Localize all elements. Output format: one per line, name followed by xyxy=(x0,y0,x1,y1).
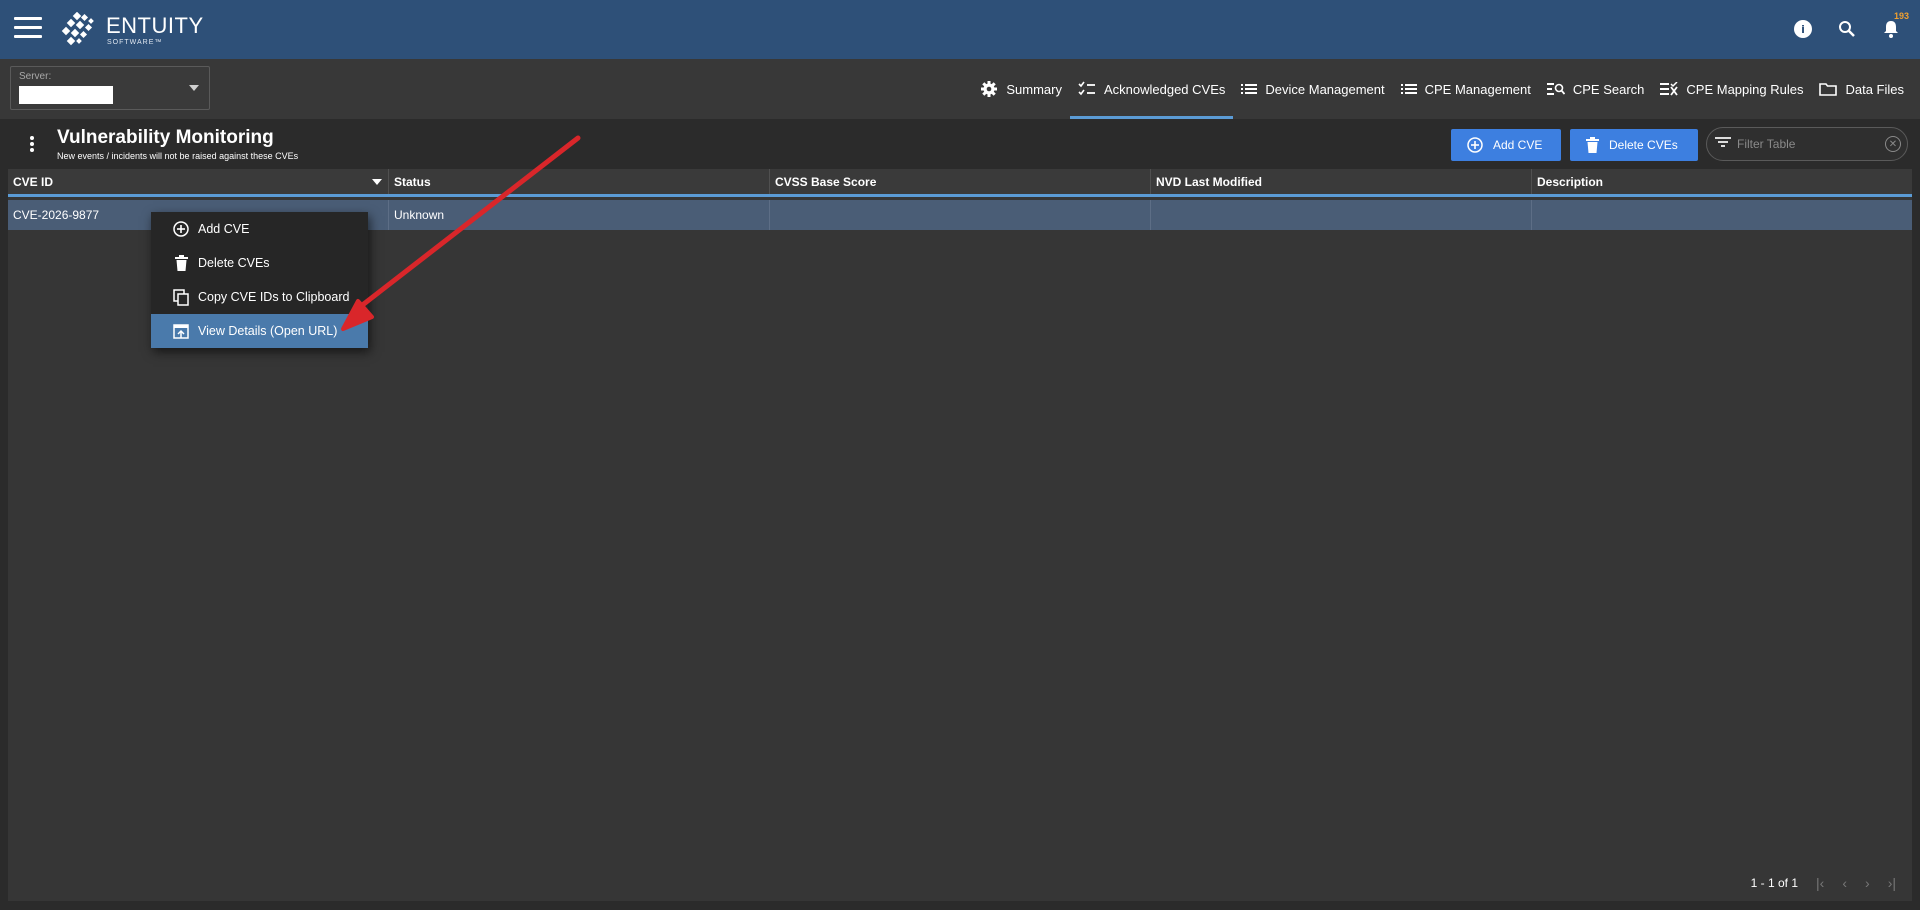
list-search-icon xyxy=(1546,82,1565,96)
context-menu-view-details[interactable]: View Details (Open URL) xyxy=(151,314,368,348)
context-menu: Add CVE Delete CVEs Copy CVE IDs to Clip… xyxy=(151,212,368,348)
tab-summary[interactable]: Summary xyxy=(972,59,1070,119)
clear-filter-icon[interactable]: ✕ xyxy=(1885,136,1901,152)
tab-label: Summary xyxy=(1006,81,1062,97)
pagination-range: 1 - 1 of 1 xyxy=(1750,876,1799,890)
notification-count-badge: 193 xyxy=(1893,11,1909,21)
cell-nvd-last-modified xyxy=(1151,200,1532,230)
entuity-logo-mark-icon xyxy=(61,12,94,46)
context-menu-label: Add CVE xyxy=(198,222,250,236)
trash-icon xyxy=(171,255,191,271)
logo-subtitle: SOFTWARE™ xyxy=(107,38,163,46)
column-header-cvss-base-score[interactable]: CVSS Base Score xyxy=(770,169,1151,194)
table-header: CVE ID Status CVSS Base Score NVD Last M… xyxy=(8,169,1912,197)
column-header-nvd-last-modified[interactable]: NVD Last Modified xyxy=(1151,169,1532,194)
more-options-icon[interactable] xyxy=(30,136,36,152)
column-header-label: NVD Last Modified xyxy=(1156,174,1263,189)
add-circle-icon xyxy=(1467,137,1483,153)
column-header-label: Description xyxy=(1537,174,1604,189)
chevron-down-icon xyxy=(189,85,199,91)
tab-bar: Summary Acknowledged CVEs Device Managem… xyxy=(972,59,1912,119)
secondary-toolbar: Server: Summary Acknowledged CVEs Device… xyxy=(0,59,1920,119)
add-cve-button-label: Add CVE xyxy=(1493,138,1543,152)
previous-page-icon[interactable]: ‹ xyxy=(1842,875,1847,891)
cell-cvss-base-score xyxy=(770,200,1151,230)
checklist-icon xyxy=(1078,81,1096,97)
entuity-logo[interactable]: ENTUITY SOFTWARE™ xyxy=(60,12,204,48)
tab-cpe-mapping-rules[interactable]: CPE Mapping Rules xyxy=(1652,59,1811,119)
cell-status: Unknown xyxy=(389,200,770,230)
svg-text:i: i xyxy=(1801,23,1805,36)
context-menu-delete-cves[interactable]: Delete CVEs xyxy=(151,246,368,280)
tab-label: CPE Management xyxy=(1424,81,1531,97)
context-menu-add-cve[interactable]: Add CVE xyxy=(151,212,368,246)
delete-cves-button[interactable]: Delete CVEs xyxy=(1570,129,1698,161)
gear-icon xyxy=(980,80,998,98)
add-circle-icon xyxy=(171,221,191,237)
column-header-description[interactable]: Description xyxy=(1532,169,1912,194)
cell-description xyxy=(1532,200,1912,230)
server-label: Server: xyxy=(19,71,52,82)
sort-down-icon[interactable] xyxy=(372,179,382,185)
list-rules-icon xyxy=(1660,82,1679,96)
pagination: 1 - 1 of 1 |‹ ‹ › ›| xyxy=(1751,875,1896,891)
list-icon xyxy=(1400,83,1417,95)
context-menu-label: View Details (Open URL) xyxy=(198,324,338,338)
filter-icon xyxy=(1715,135,1731,153)
column-header-label: CVSS Base Score xyxy=(775,174,877,189)
column-header-cve-id[interactable]: CVE ID xyxy=(8,169,389,194)
tab-label: Acknowledged CVEs xyxy=(1103,81,1226,97)
next-page-icon[interactable]: › xyxy=(1865,875,1870,891)
tab-label: CPE Mapping Rules xyxy=(1686,81,1804,97)
top-header-bar: ENTUITY SOFTWARE™ i 193 xyxy=(0,0,1920,59)
notifications-bell-icon[interactable]: 193 xyxy=(1878,11,1909,42)
logo-name: ENTUITY xyxy=(106,12,204,38)
last-page-icon[interactable]: ›| xyxy=(1888,875,1896,891)
context-menu-copy-cve-ids[interactable]: Copy CVE IDs to Clipboard xyxy=(151,280,368,314)
filter-table-input[interactable] xyxy=(1737,137,1877,151)
tab-acknowledged-cves[interactable]: Acknowledged CVEs xyxy=(1069,59,1234,119)
trash-icon xyxy=(1586,137,1599,153)
delete-cves-button-label: Delete CVEs xyxy=(1609,138,1678,152)
context-menu-label: Delete CVEs xyxy=(198,256,270,270)
first-page-icon[interactable]: |‹ xyxy=(1816,875,1824,891)
context-menu-label: Copy CVE IDs to Clipboard xyxy=(198,290,350,304)
tab-data-files[interactable]: Data Files xyxy=(1811,59,1912,119)
open-in-browser-icon xyxy=(171,323,191,339)
page-title: Vulnerability Monitoring xyxy=(57,127,274,148)
tab-cpe-management[interactable]: CPE Management xyxy=(1393,59,1539,119)
copy-icon xyxy=(171,288,191,306)
column-header-label: Status xyxy=(394,174,431,189)
page-subtitle: New events / incidents will not be raise… xyxy=(57,151,299,161)
column-header-status[interactable]: Status xyxy=(389,169,770,194)
tab-label: Data Files xyxy=(1845,81,1904,97)
list-icon xyxy=(1241,83,1258,95)
tab-label: CPE Search xyxy=(1572,81,1645,97)
tab-device-management[interactable]: Device Management xyxy=(1233,59,1392,119)
help-icon[interactable]: i xyxy=(1790,16,1816,42)
tab-cpe-search[interactable]: CPE Search xyxy=(1539,59,1653,119)
panel-header: Vulnerability Monitoring New events / in… xyxy=(8,119,1912,169)
search-icon[interactable] xyxy=(1834,16,1860,42)
filter-table-field[interactable]: ✕ xyxy=(1706,127,1908,161)
tab-label: Device Management xyxy=(1265,81,1385,97)
add-cve-button[interactable]: Add CVE xyxy=(1451,129,1561,161)
server-select[interactable]: Server: xyxy=(10,66,210,110)
folder-icon xyxy=(1819,82,1838,96)
hamburger-menu-icon[interactable] xyxy=(14,17,42,39)
server-value xyxy=(19,86,113,104)
column-header-label: CVE ID xyxy=(13,174,54,189)
